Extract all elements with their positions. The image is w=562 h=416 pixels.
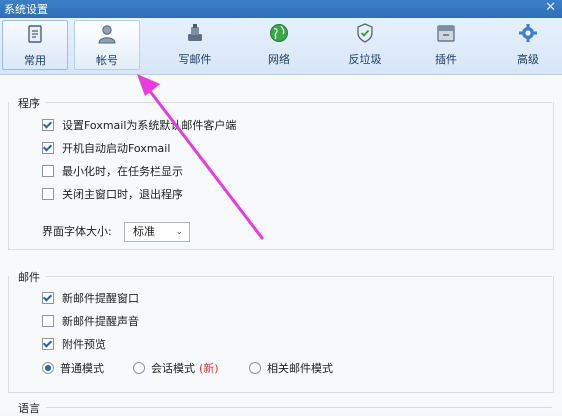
globe-icon [270, 24, 288, 42]
tab-network[interactable]: 网络 [247, 20, 311, 70]
new-badge: (新) [199, 362, 219, 375]
option-default-client[interactable]: 设置Foxmail为系统默认邮件客户端 [42, 118, 236, 134]
checkbox[interactable] [42, 142, 54, 154]
close-icon[interactable]: ✕ [545, 0, 556, 15]
shield-icon [357, 23, 373, 43]
window-title: 系统设置 [4, 3, 48, 16]
tab-label: 常用 [24, 54, 46, 67]
font-size-value: 标准 [133, 225, 155, 238]
tab-general[interactable]: 常用 [2, 20, 68, 70]
divider [46, 407, 552, 408]
checkbox[interactable] [42, 338, 54, 350]
tab-label: 插件 [435, 53, 457, 66]
settings-content: 程序 设置Foxmail为系统默认邮件客户端 开机自动启动Foxmail 最小化… [0, 75, 562, 415]
tab-label: 写邮件 [178, 53, 212, 66]
document-icon [28, 25, 42, 43]
font-size-row: 界面字体大小: 标准 ⌄ [42, 222, 190, 242]
radio-button[interactable] [133, 362, 145, 374]
tab-plugins[interactable]: 插件 [414, 20, 478, 70]
tab-label: 反垃圾 [348, 53, 382, 66]
plugin-box-icon [437, 25, 455, 42]
window-titlebar: 系统设置 ✕ [0, 0, 562, 18]
tab-label: 帐号 [96, 54, 118, 67]
user-icon [98, 25, 116, 44]
option-close-exit[interactable]: 关闭主窗口时，退出程序 [42, 187, 183, 203]
compose-icon [188, 24, 202, 41]
tab-account[interactable]: 帐号 [74, 20, 140, 70]
checkbox[interactable] [42, 315, 54, 327]
option-attachment-preview[interactable]: 附件预览 [42, 337, 106, 353]
section-title-language: 语言 [18, 402, 40, 415]
option-autostart[interactable]: 开机自动启动Foxmail [42, 141, 170, 157]
option-new-mail-window[interactable]: 新邮件提醒窗口 [42, 291, 139, 307]
radio-button[interactable] [42, 362, 54, 374]
radio-normal-mode[interactable]: 普通模式 [42, 361, 104, 377]
settings-toolbar: 常用 帐号 写邮件 网络 反垃圾 插件 高级 [0, 18, 562, 75]
radio-related-mode[interactable]: 相关邮件模式 [249, 361, 333, 377]
tab-advanced[interactable]: 高级 [496, 20, 560, 70]
checkbox[interactable] [42, 188, 54, 200]
tab-label: 高级 [517, 53, 539, 66]
checkbox[interactable] [42, 292, 54, 304]
tab-compose[interactable]: 写邮件 [163, 20, 227, 70]
radio-button[interactable] [249, 362, 261, 374]
tab-label: 网络 [268, 53, 290, 66]
radio-conversation-mode[interactable]: 会话模式 (新) [133, 361, 219, 377]
option-new-mail-sound[interactable]: 新邮件提醒声音 [42, 314, 139, 330]
checkbox[interactable] [42, 119, 54, 131]
checkbox[interactable] [42, 165, 54, 177]
font-size-select[interactable]: 标准 ⌄ [124, 222, 190, 242]
font-size-label: 界面字体大小: [42, 225, 112, 238]
option-minimize-taskbar[interactable]: 最小化时，在任务栏显示 [42, 164, 183, 180]
chevron-down-icon: ⌄ [175, 227, 183, 237]
gear-icon [519, 24, 537, 42]
tab-antispam[interactable]: 反垃圾 [333, 20, 397, 70]
